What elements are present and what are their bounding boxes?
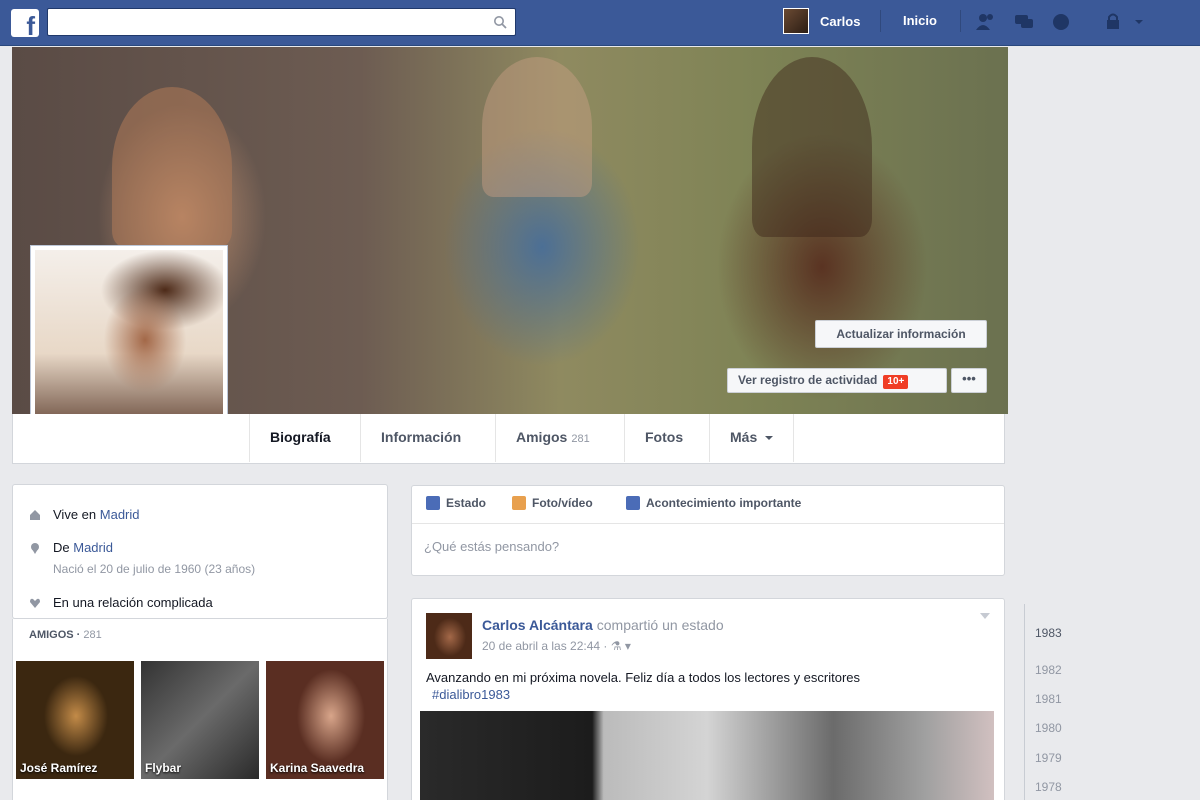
tab-label: Información bbox=[381, 429, 462, 445]
composer-tab-status[interactable]: Estado bbox=[426, 496, 486, 510]
home-link[interactable]: Inicio bbox=[903, 13, 937, 28]
friends-card: AMIGOS · 281 José Ramírez Flybar Karina … bbox=[12, 619, 388, 800]
post-author-line: Carlos Alcántara compartió un estado bbox=[482, 617, 724, 633]
friend-tile[interactable]: Flybar bbox=[141, 661, 259, 779]
hashtag-link[interactable]: #dialibro1983 bbox=[432, 687, 510, 702]
friend-requests-icon[interactable] bbox=[975, 12, 997, 32]
post-composer: Estado Foto/vídeo Acontecimiento importa… bbox=[411, 485, 1005, 576]
birth-info: Nació el 20 de julio de 1960 (23 años) bbox=[53, 562, 256, 576]
composer-tabs: Estado Foto/vídeo Acontecimiento importa… bbox=[412, 486, 1004, 524]
friends-count: 281 bbox=[83, 629, 102, 641]
timeline-year[interactable]: 1978 bbox=[1035, 780, 1062, 794]
friend-name: Flybar bbox=[145, 761, 182, 775]
messages-icon[interactable] bbox=[1013, 12, 1035, 32]
composer-tab-photo[interactable]: Foto/vídeo bbox=[512, 496, 593, 510]
home-icon bbox=[30, 510, 40, 520]
user-name-link[interactable]: Carlos bbox=[820, 14, 860, 29]
chevron-down-icon[interactable] bbox=[980, 613, 990, 623]
friends-title: AMIGOS bbox=[29, 629, 74, 641]
composer-tab-label: Acontecimiento importante bbox=[646, 496, 802, 510]
timeline-year[interactable]: 1983 bbox=[1035, 626, 1062, 640]
lives-in-city-link[interactable]: Madrid bbox=[100, 507, 140, 522]
friend-name: José Ramírez bbox=[20, 761, 98, 775]
profile-tabs: Biografía Información Amigos 281 Fotos Má… bbox=[12, 414, 1005, 464]
top-navigation-bar: f Carlos Inicio bbox=[0, 0, 1200, 46]
flag-icon bbox=[626, 496, 640, 510]
profile-picture-image bbox=[35, 250, 223, 438]
search-box[interactable] bbox=[47, 8, 516, 36]
post-body: Avanzando en mi próxima novela. Feliz dí… bbox=[426, 670, 861, 685]
post-author-link[interactable]: Carlos Alcántara bbox=[482, 617, 593, 633]
notifications-globe-icon[interactable] bbox=[1050, 12, 1072, 32]
relationship-row: En una relación complicada bbox=[29, 595, 213, 610]
cover-person-left bbox=[112, 87, 232, 247]
cover-person-right bbox=[752, 57, 872, 237]
user-avatar[interactable] bbox=[783, 8, 809, 34]
pencil-icon bbox=[426, 496, 440, 510]
tab-label: Fotos bbox=[645, 429, 684, 445]
timeline-years-nav: 1983 1982 1981 1980 1979 1978 bbox=[1024, 604, 1084, 800]
lives-in-label: Vive en bbox=[53, 507, 97, 522]
from-label: De bbox=[53, 540, 70, 555]
tab-photos[interactable]: Fotos bbox=[624, 414, 703, 462]
tab-label: Más bbox=[730, 429, 758, 445]
post-timestamp[interactable]: 20 de abril a las 22:44 · ⚗ ▾ bbox=[482, 639, 631, 653]
update-info-button[interactable]: Actualizar información bbox=[815, 320, 987, 348]
divider bbox=[880, 10, 881, 32]
tab-friends[interactable]: Amigos 281 bbox=[495, 414, 610, 462]
post-image[interactable] bbox=[420, 711, 994, 800]
heart-icon bbox=[30, 598, 40, 608]
settings-lock-icon[interactable] bbox=[1105, 12, 1145, 32]
composer-tab-label: Foto/vídeo bbox=[532, 496, 593, 510]
timeline-year[interactable]: 1979 bbox=[1035, 751, 1062, 765]
camera-icon bbox=[512, 496, 526, 510]
friend-tile[interactable]: Karina Saavedra bbox=[266, 661, 384, 779]
timeline-year[interactable]: 1982 bbox=[1035, 663, 1062, 677]
tab-label: Biografía bbox=[270, 429, 331, 445]
timeline-year[interactable]: 1981 bbox=[1035, 692, 1062, 706]
friend-name: Karina Saavedra bbox=[270, 761, 365, 775]
relationship-status: En una relación complicada bbox=[53, 595, 213, 610]
tab-label: Amigos bbox=[516, 429, 568, 445]
divider bbox=[960, 10, 961, 32]
post-action: compartió un estado bbox=[596, 617, 724, 633]
cover-person-center bbox=[482, 57, 592, 197]
composer-tab-life-event[interactable]: Acontecimiento importante bbox=[626, 496, 801, 510]
timeline-year[interactable]: 1980 bbox=[1035, 721, 1062, 735]
facebook-logo-icon[interactable]: f bbox=[11, 9, 39, 37]
feed-post: Carlos Alcántara compartió un estado 20 d… bbox=[411, 598, 1005, 800]
activity-badge: 10+ bbox=[883, 375, 909, 389]
activity-log-label: Ver registro de actividad bbox=[738, 373, 878, 387]
post-text: Avanzando en mi próxima novela. Feliz dí… bbox=[426, 669, 992, 703]
from-row: De Madrid Nació el 20 de julio de 1960 (… bbox=[29, 540, 255, 576]
chevron-down-icon bbox=[765, 436, 774, 441]
composer-tab-label: Estado bbox=[446, 496, 487, 510]
from-city-link[interactable]: Madrid bbox=[73, 540, 113, 555]
intro-card: Vive en Madrid De Madrid Nació el 20 de … bbox=[12, 484, 388, 619]
more-options-button[interactable]: ••• bbox=[951, 368, 987, 393]
lives-in-row: Vive en Madrid bbox=[29, 507, 140, 522]
tab-about[interactable]: Información bbox=[360, 414, 481, 462]
tab-timeline[interactable]: Biografía bbox=[249, 414, 351, 462]
search-icon[interactable] bbox=[493, 15, 507, 29]
tab-more[interactable]: Más bbox=[709, 414, 795, 462]
status-input[interactable]: ¿Qué estás pensando? bbox=[424, 539, 559, 554]
activity-log-button[interactable]: Ver registro de actividad 10+ bbox=[727, 368, 947, 393]
friends-count: 281 bbox=[571, 433, 590, 445]
post-author-avatar[interactable] bbox=[426, 613, 472, 659]
friends-header[interactable]: AMIGOS · 281 bbox=[29, 629, 102, 641]
friend-tile[interactable]: José Ramírez bbox=[16, 661, 134, 779]
search-input[interactable] bbox=[48, 9, 488, 35]
location-pin-icon bbox=[31, 543, 39, 554]
